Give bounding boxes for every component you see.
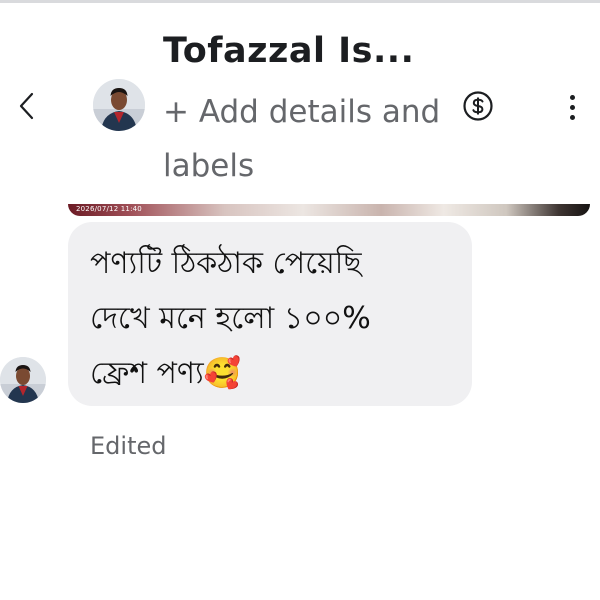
- more-options-button[interactable]: [556, 89, 588, 125]
- payment-button[interactable]: [462, 90, 494, 122]
- back-button[interactable]: [10, 85, 44, 127]
- more-vertical-icon: [569, 94, 575, 100]
- media-attachment-preview[interactable]: 2026/07/12 11:40: [68, 204, 590, 216]
- add-details-link[interactable]: + Add details and labels: [163, 85, 453, 193]
- chat-header: Tofazzal Is... + Add details and labels: [0, 3, 600, 198]
- chevron-left-icon: [19, 92, 34, 120]
- message-text: পণ্যটি ঠিকঠাক পেয়েছি দেখে মনে হলো ১০০% …: [90, 246, 371, 391]
- contact-name[interactable]: Tofazzal Is...: [163, 31, 414, 71]
- edited-label: Edited: [90, 432, 167, 460]
- message-bubble[interactable]: পণ্যটি ঠিকঠাক পেয়েছি দেখে মনে হলো ১০০% …: [68, 222, 472, 406]
- contact-avatar[interactable]: [93, 79, 145, 131]
- dollar-circle-icon: [463, 91, 493, 121]
- media-timestamp: 2026/07/12 11:40: [76, 205, 142, 213]
- sender-avatar[interactable]: [0, 357, 46, 403]
